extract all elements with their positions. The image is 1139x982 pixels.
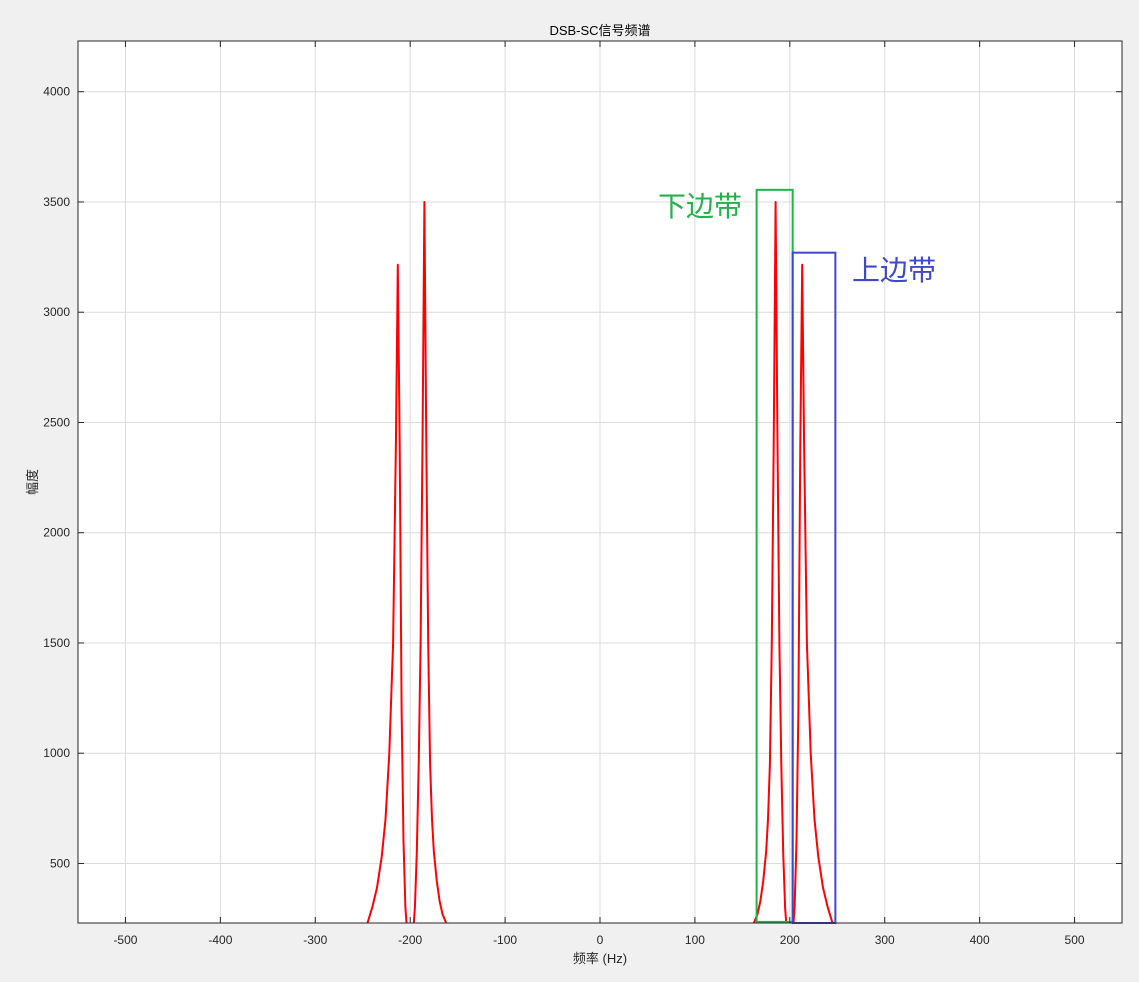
y-tick-label: 1500 <box>43 636 70 650</box>
y-axis-label: 幅度 <box>25 469 40 495</box>
y-tick-label: 2000 <box>43 526 70 540</box>
chart-title: DSB-SC信号频谱 <box>549 23 650 38</box>
x-tick-label: 200 <box>780 933 800 947</box>
x-tick-label: -300 <box>303 933 327 947</box>
x-tick-label: 100 <box>685 933 705 947</box>
figure: -500 -400 -300 -200 -100 0 100 200 300 400 500 500… <box>0 0 1139 977</box>
x-tick-label: -100 <box>493 933 517 947</box>
x-tick-label: 0 <box>597 933 604 947</box>
y-tick-label: 2500 <box>43 415 70 429</box>
x-tick-label: 300 <box>875 933 895 947</box>
x-tick-label: -200 <box>398 933 422 947</box>
y-tick-label: 4000 <box>43 85 70 99</box>
x-tick-label: -500 <box>113 933 137 947</box>
x-tick-label: 400 <box>970 933 990 947</box>
lower-sideband-label: 下边带 <box>658 191 742 222</box>
y-tick-label: 500 <box>50 856 70 870</box>
spectrum-chart: -500 -400 -300 -200 -100 0 100 200 300 400 500 500… <box>25 23 1123 966</box>
y-tick-label: 3000 <box>43 305 70 319</box>
upper-sideband-label: 上边带 <box>852 255 936 286</box>
x-tick-label: -400 <box>208 933 232 947</box>
x-axis-label: 频率 (Hz) <box>573 951 627 966</box>
y-tick-label: 3500 <box>43 195 70 209</box>
x-tick-label: 500 <box>1065 933 1085 947</box>
y-tick-label: 1000 <box>43 746 70 760</box>
